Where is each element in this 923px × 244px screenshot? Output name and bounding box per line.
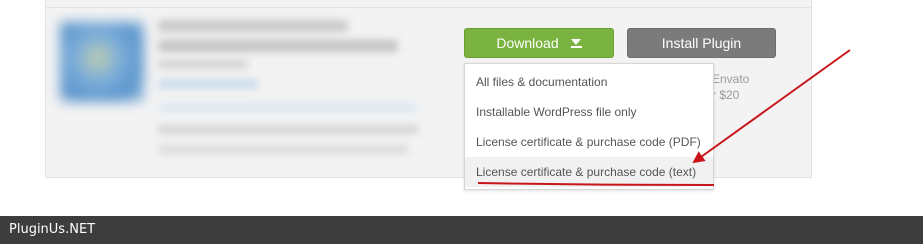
divider <box>46 7 811 8</box>
download-dropdown-menu: All files & documentation Installable Wo… <box>464 63 714 190</box>
side-note-line-2: r $20 <box>712 88 740 102</box>
menu-item-all-files[interactable]: All files & documentation <box>465 67 713 97</box>
download-button[interactable]: Download <box>464 28 614 58</box>
menu-item-label: All files & documentation <box>476 75 608 89</box>
install-plugin-button-label: Install Plugin <box>661 35 742 51</box>
blurred-title-line <box>158 40 398 52</box>
menu-item-label: License certificate & purchase code (tex… <box>476 165 697 179</box>
install-plugin-button[interactable]: Install Plugin <box>627 28 776 58</box>
blurred-description-2 <box>158 145 408 154</box>
menu-item-license-text[interactable]: License certificate & purchase code (tex… <box>465 157 713 187</box>
menu-item-label: License certificate & purchase code (PDF… <box>476 135 701 149</box>
footer-brand: PluginUs.NET <box>9 222 96 237</box>
blurred-author <box>158 60 248 69</box>
blurred-description <box>158 125 418 134</box>
blurred-link <box>158 80 258 88</box>
arrow-down-to-line-icon <box>570 38 582 48</box>
side-note-line-1: Envato <box>712 72 750 86</box>
download-button-label: Download <box>496 35 559 51</box>
menu-item-license-pdf[interactable]: License certificate & purchase code (PDF… <box>465 127 713 157</box>
blurred-link-2 <box>158 103 418 112</box>
blurred-title <box>158 20 348 32</box>
menu-item-label: Installable WordPress file only <box>476 105 637 119</box>
footer-bar: PluginUs.NET <box>0 216 923 244</box>
menu-item-wordpress-file[interactable]: Installable WordPress file only <box>465 97 713 127</box>
blurred-thumbnail <box>60 22 144 102</box>
